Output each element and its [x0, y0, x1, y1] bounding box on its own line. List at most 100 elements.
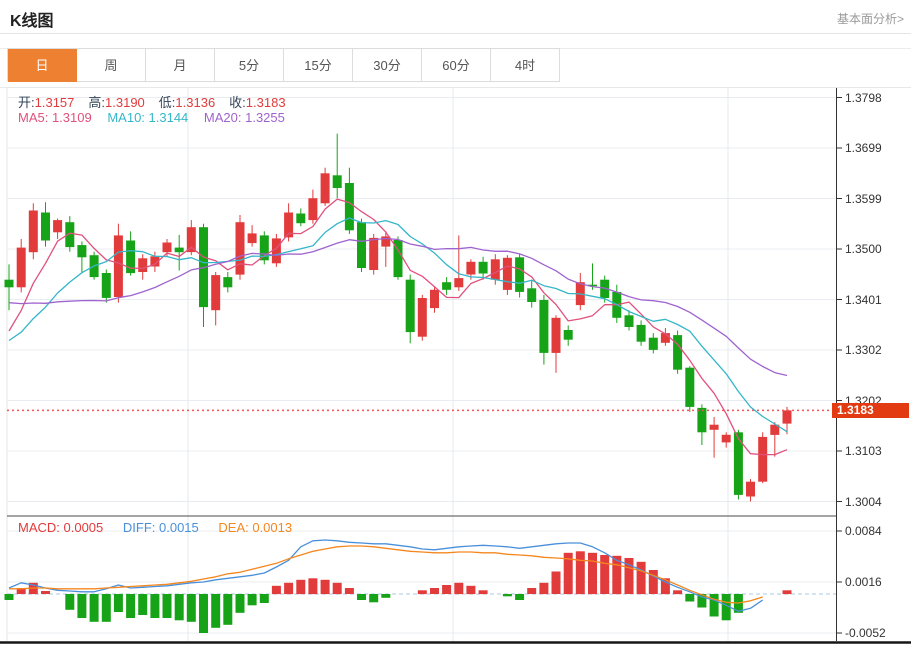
open-label: 开: — [18, 95, 35, 110]
macd-bar — [308, 578, 318, 595]
candle — [430, 287, 439, 313]
low-label: 低: — [158, 95, 176, 110]
macd-bar — [636, 561, 646, 595]
candle — [539, 294, 549, 365]
macd-bar — [138, 594, 148, 615]
period-tab-bar: 日周月 5分 15分 30分 60分 4时 — [7, 48, 560, 82]
candle — [551, 315, 561, 373]
macd-bar — [320, 579, 330, 595]
macd-bar — [150, 594, 160, 618]
macd-bar — [466, 585, 476, 595]
y-axis-label: 0.0016 — [845, 575, 882, 589]
candle — [405, 274, 415, 344]
macd-bar — [600, 555, 610, 594]
candle — [502, 255, 512, 295]
candle — [685, 366, 695, 412]
tab-5min[interactable]: 5分 — [215, 49, 284, 82]
candle — [344, 167, 354, 234]
current-price-tag: 1.3183 — [832, 403, 909, 418]
tab-60min[interactable]: 60分 — [422, 49, 491, 82]
candle — [733, 429, 743, 500]
ohlc-legend: 开:1.3157 高:1.3190 低:1.3136 收:1.3183 — [18, 92, 300, 111]
low-value: 1.3136 — [175, 95, 216, 110]
close-label: 收: — [229, 95, 246, 110]
candle — [636, 320, 646, 346]
macd-bar — [89, 594, 99, 622]
tab-15min[interactable]: 15分 — [284, 49, 353, 82]
macd-bar — [296, 579, 306, 595]
macd-bar — [454, 582, 464, 595]
macd-bar — [685, 594, 695, 602]
candle — [223, 272, 233, 293]
tab-week[interactable]: 周 — [77, 49, 146, 82]
candle — [478, 256, 488, 280]
macd-bar — [709, 594, 719, 617]
candle — [527, 279, 537, 308]
dea-value-legend: DEA: 0.0013 — [218, 520, 293, 535]
tab-4hour[interactable]: 4时 — [491, 49, 560, 82]
ma5-legend: MA5: 1.3109 — [18, 110, 92, 125]
candle — [442, 277, 452, 295]
candle — [770, 422, 780, 457]
ma-legend: MA5: 1.3109 MA10: 1.3144 MA20: 1.3255 — [18, 110, 297, 125]
macd-bar — [539, 582, 549, 595]
candle — [746, 479, 755, 502]
macd-bar — [223, 594, 233, 625]
y-axis-label: 0.0084 — [845, 524, 882, 538]
macd-bar — [344, 588, 354, 594]
macd-bar — [65, 594, 75, 610]
macd-bar — [247, 594, 257, 606]
macd-bar — [211, 594, 221, 628]
macd-bar — [575, 551, 585, 595]
macd-bar — [113, 594, 123, 612]
y-axis-label: 1.3798 — [845, 90, 882, 105]
y-axis-label: 1.3004 — [845, 494, 882, 509]
tab-30min[interactable]: 30分 — [353, 49, 422, 82]
vertical-gridlines — [187, 88, 729, 641]
macd-bar — [357, 594, 366, 600]
candle — [758, 432, 768, 484]
y-axis-label: 1.3302 — [845, 343, 882, 357]
candle — [28, 203, 38, 260]
panel-borders — [0, 88, 911, 644]
macd-bar — [417, 590, 427, 595]
close-value: 1.3183 — [245, 95, 286, 110]
macd-bar — [588, 552, 597, 595]
candle — [454, 235, 464, 291]
macd-bar — [369, 594, 379, 603]
y-axis-label: -0.0052 — [845, 626, 886, 640]
macd-bar — [478, 590, 488, 595]
macd-bar — [41, 591, 50, 594]
macd-value-legend: MACD: 0.0005 — [18, 520, 104, 535]
ma10-legend: MA10: 1.3144 — [107, 110, 189, 125]
candle — [211, 272, 221, 326]
macd-bar — [77, 594, 87, 618]
y-axis-label: 1.3599 — [845, 191, 882, 206]
tab-month[interactable]: 月 — [146, 49, 215, 82]
y-axis-label: 1.3500 — [845, 242, 882, 256]
open-value: 1.3157 — [34, 95, 75, 110]
candle — [53, 218, 63, 239]
tab-day[interactable]: 日 — [8, 49, 77, 82]
macd-bar — [199, 594, 208, 633]
macd-bar — [527, 588, 537, 594]
candle — [101, 269, 111, 303]
kline-widget: K线图 基本面分析> 日周月 5分 15分 30分 60分 4时 开:1.3157 高:1.… — [0, 0, 911, 645]
macd-bar — [515, 594, 525, 600]
macd-bar — [4, 594, 14, 600]
macd-bar — [126, 594, 136, 618]
candle — [126, 231, 136, 276]
candles — [4, 133, 792, 502]
diff-value-legend: DIFF: 0.0015 — [122, 520, 199, 535]
macd-bar — [235, 594, 245, 613]
candle — [575, 273, 585, 311]
candle — [259, 231, 269, 265]
y-axis-label: 1.3699 — [845, 141, 882, 155]
candle — [515, 254, 525, 298]
candle — [673, 330, 683, 374]
candle — [284, 203, 294, 242]
macd-bar — [186, 594, 196, 622]
candle — [417, 294, 427, 341]
y-axis — [836, 88, 842, 641]
candle — [41, 202, 50, 247]
